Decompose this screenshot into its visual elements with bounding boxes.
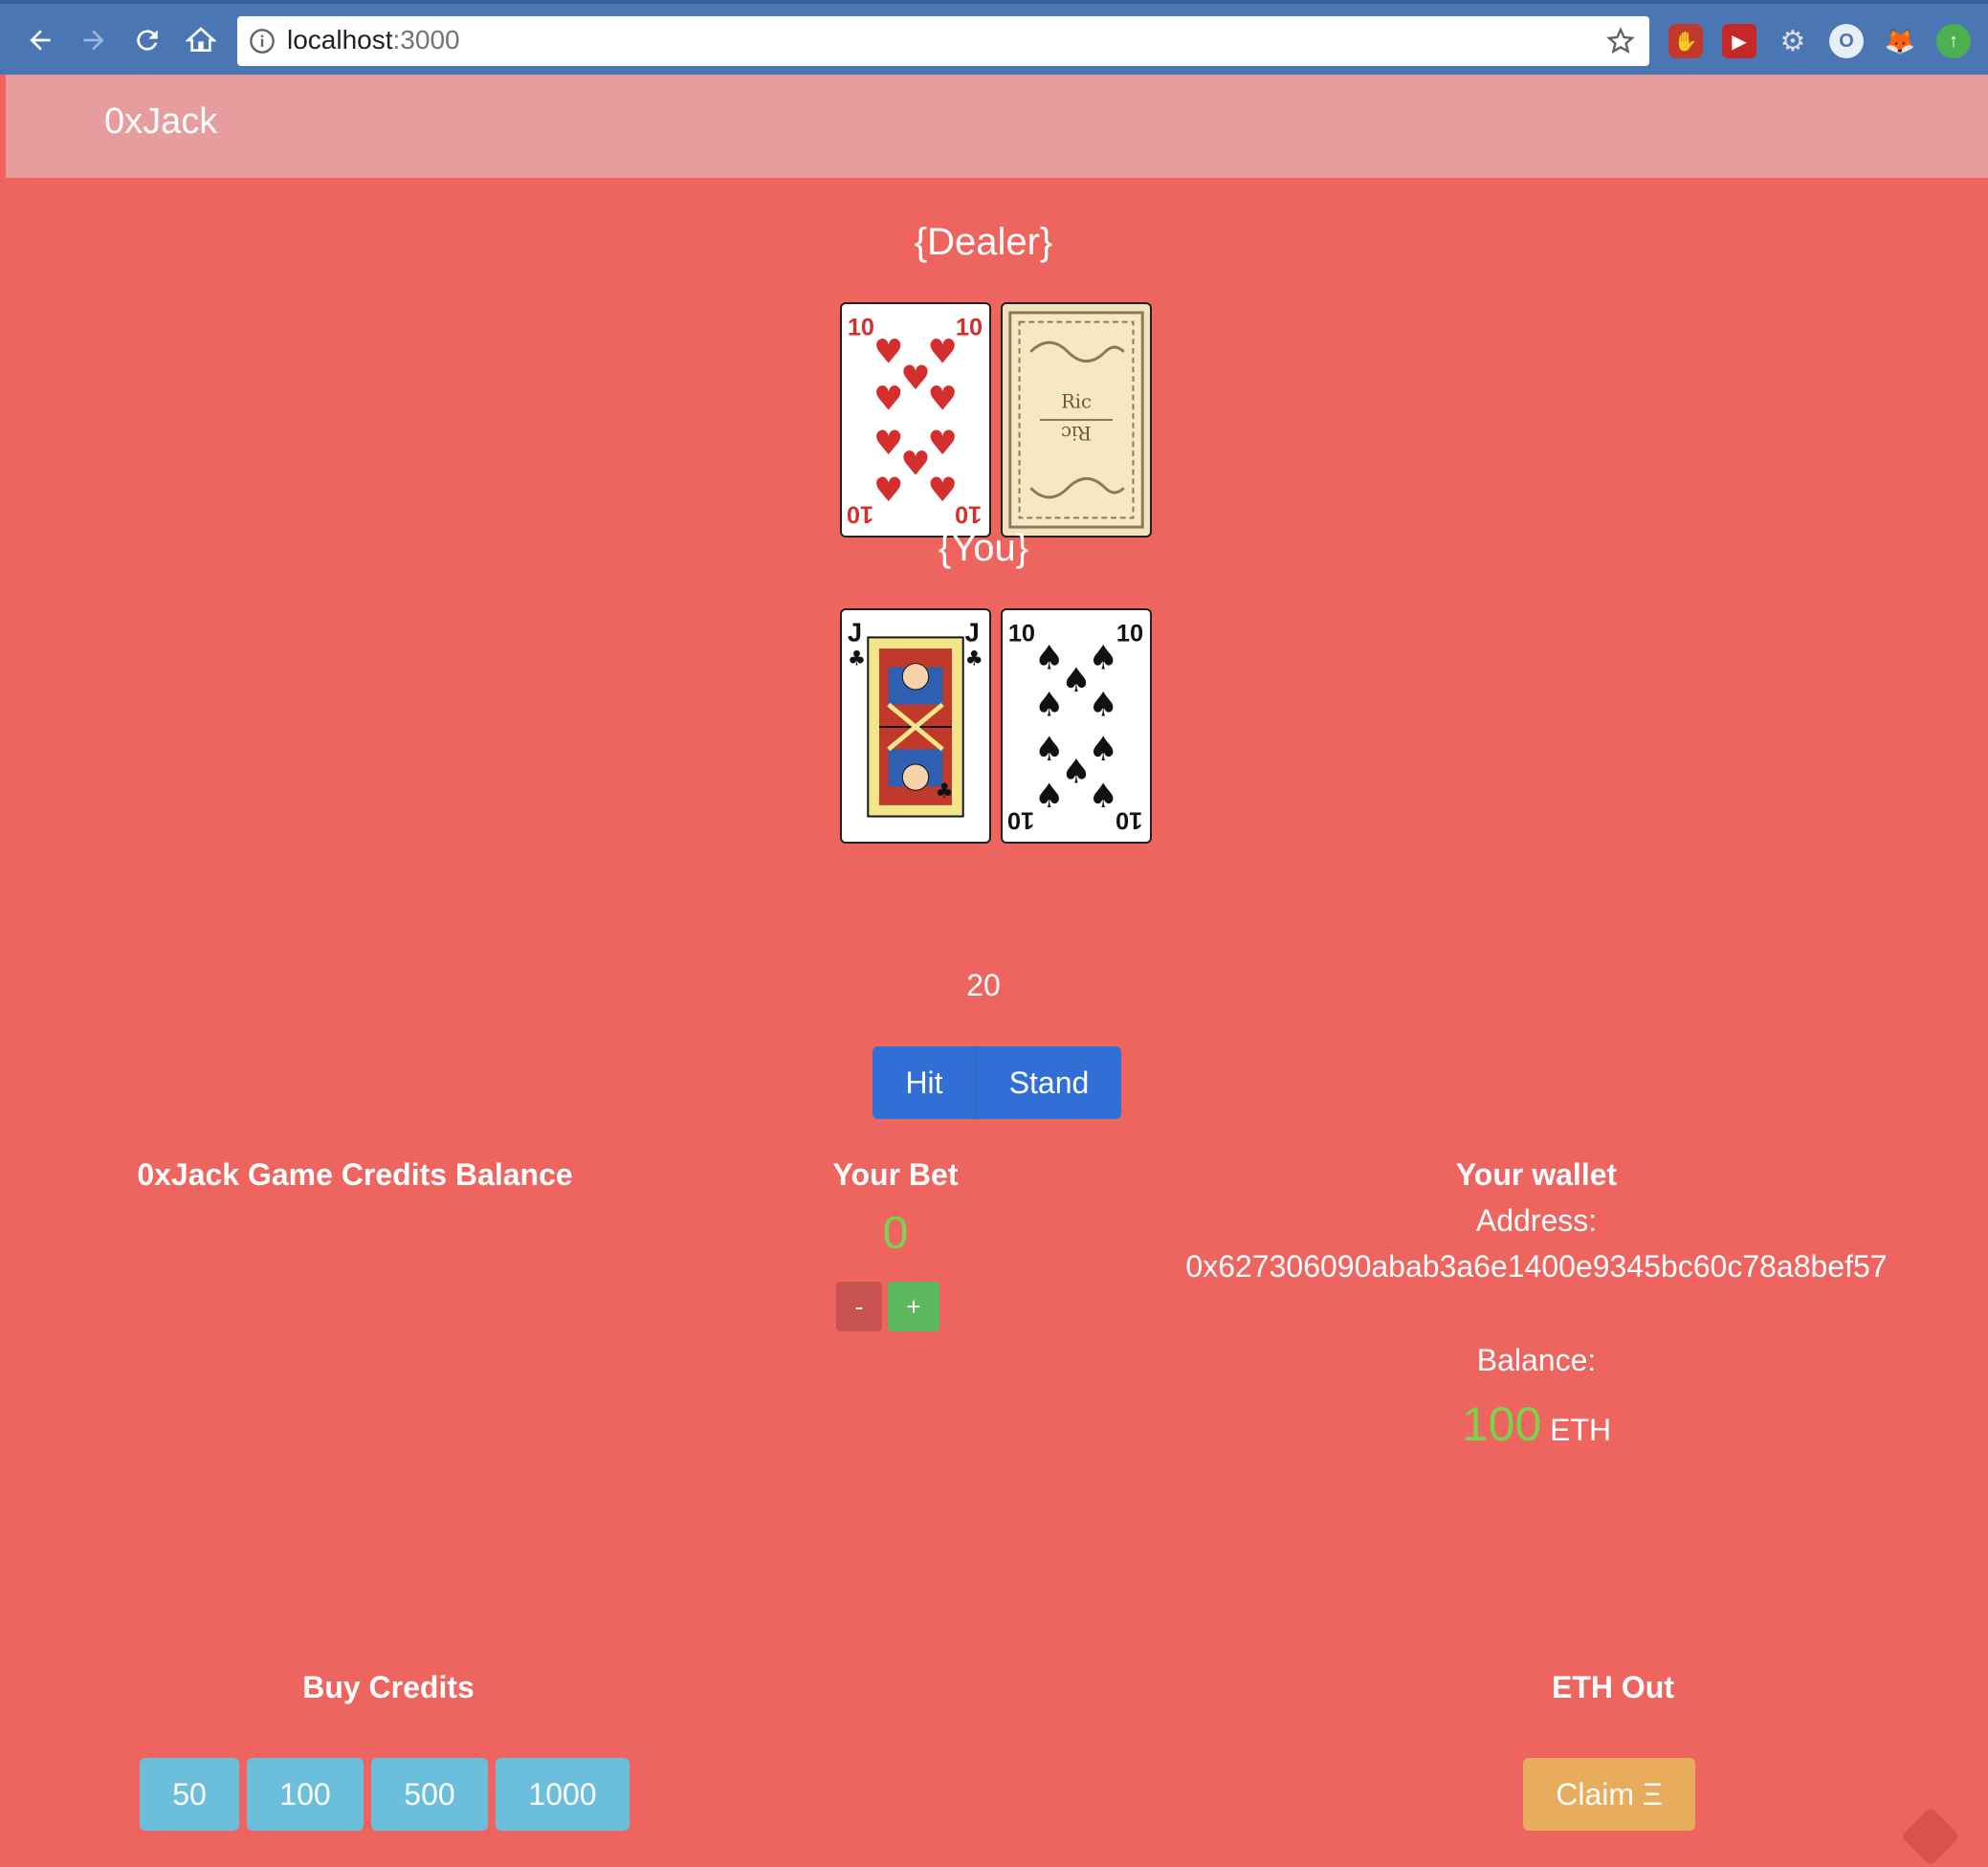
svg-text:♥: ♥	[900, 359, 930, 398]
forward-button[interactable]	[73, 19, 115, 61]
svg-text:♥: ♥	[928, 379, 958, 418]
info-icon[interactable]	[249, 28, 276, 55]
update-arrow-icon[interactable]: ↑	[1936, 24, 1971, 58]
opera-icon[interactable]: O	[1829, 24, 1864, 58]
dealer-title: {Dealer}	[914, 221, 1053, 263]
svg-text:♣: ♣	[848, 648, 866, 671]
reload-icon	[137, 30, 158, 51]
svg-text:Ric: Ric	[1061, 422, 1092, 444]
svg-text:J: J	[848, 617, 862, 647]
gear-icon[interactable]: ⚙	[1776, 24, 1810, 58]
navbar: 0xJack	[6, 75, 1988, 178]
buy-credits-title: Buy Credits	[302, 1670, 475, 1704]
wallet-balance-value: 100	[1461, 1397, 1542, 1451]
buy-1000-credits-button[interactable]: 1000	[496, 1758, 630, 1831]
claim-eth-button[interactable]: Claim Ξ	[1523, 1758, 1695, 1831]
svg-text:10: 10	[955, 501, 982, 528]
metamask-fox-icon[interactable]: 🦊	[1883, 24, 1917, 58]
wallet-balance-label: Balance:	[1476, 1343, 1597, 1377]
svg-text:♠: ♠	[1034, 777, 1064, 816]
back-arrow-icon	[30, 30, 51, 51]
svg-text:♥: ♥	[873, 379, 903, 418]
back-button[interactable]	[19, 19, 61, 61]
buy-500-credits-button[interactable]: 500	[371, 1758, 488, 1831]
page: 0xJack {Dealer} 10 10 10 10 ♥ ♥ ♥ ♥ ♥ ♥ ♥ ♥…	[6, 75, 1988, 1867]
credits-balance-title: 0xJack Game Credits Balance	[137, 1157, 573, 1192]
svg-text:10: 10	[956, 314, 983, 340]
eth-out-title: ETH Out	[1552, 1670, 1674, 1704]
reload-button[interactable]	[126, 19, 168, 61]
svg-text:♠: ♠	[1089, 685, 1118, 724]
card-back-art: Ric Ric	[1008, 311, 1144, 529]
svg-text:♣: ♣	[935, 780, 953, 803]
wallet-balance: 100 ETH	[1249, 1396, 1823, 1452]
svg-text:♥: ♥	[873, 333, 903, 372]
svg-text:♥: ♥	[900, 445, 930, 484]
svg-text:♠: ♠	[1089, 730, 1118, 769]
svg-text:10: 10	[848, 314, 874, 340]
decrease-bet-button[interactable]: -	[836, 1282, 882, 1331]
wallet-balance-unit: ETH	[1550, 1413, 1612, 1447]
svg-text:10: 10	[1008, 620, 1035, 647]
dealer-card-10-hearts: 10 10 10 10 ♥ ♥ ♥ ♥ ♥ ♥ ♥ ♥ ♥ ♥	[840, 302, 991, 538]
bookmark-star-icon[interactable]	[1605, 26, 1636, 56]
svg-text:♥: ♥	[928, 424, 958, 463]
video-speed-icon[interactable]: ▶	[1722, 24, 1756, 58]
svg-text:10: 10	[1007, 807, 1034, 834]
home-icon	[186, 27, 216, 52]
svg-text:10: 10	[1115, 807, 1142, 834]
svg-text:♠: ♠	[1061, 661, 1091, 700]
stand-button[interactable]: Stand	[976, 1046, 1121, 1119]
player-card-jack-clubs: J J ♣ ♣ ♣	[840, 608, 991, 844]
svg-text:Ric: Ric	[1061, 390, 1092, 412]
jack-of-clubs-card-art: J J ♣ ♣ ♣	[848, 617, 983, 818]
address-bar[interactable]: localhost:3000	[237, 16, 1649, 66]
svg-text:♥: ♥	[873, 471, 903, 510]
wallet-address: 0x627306090abab3a6e1400e9345bc60c78a8bef…	[1185, 1249, 1888, 1284]
bet-title: Your Bet	[832, 1157, 959, 1192]
buy-100-credits-button[interactable]: 100	[247, 1758, 364, 1831]
svg-text:♠: ♠	[1089, 639, 1118, 678]
feedback-widget-icon[interactable]	[1900, 1806, 1961, 1867]
svg-text:♠: ♠	[1034, 685, 1064, 724]
svg-text:♥: ♥	[928, 333, 958, 372]
svg-text:♥: ♥	[873, 424, 903, 463]
svg-text:♥: ♥	[928, 471, 958, 510]
url-text: localhost:3000	[287, 25, 460, 55]
home-button[interactable]	[180, 19, 222, 61]
svg-text:♠: ♠	[1034, 730, 1064, 769]
ten-of-hearts-card-art: 10 10 10 10 ♥ ♥ ♥ ♥ ♥ ♥ ♥ ♥ ♥ ♥	[847, 314, 983, 528]
svg-text:J: J	[965, 617, 980, 647]
player-title: {You}	[938, 527, 1029, 569]
ublock-icon[interactable]: ✋	[1668, 24, 1703, 58]
player-card-10-spades: 10 10 10 10 ♠ ♠ ♠ ♠ ♠ ♠ ♠ ♠ ♠ ♠	[1001, 608, 1152, 844]
svg-text:♠: ♠	[1061, 752, 1091, 791]
wallet-title: Your wallet	[1455, 1157, 1618, 1192]
forward-arrow-icon	[83, 30, 104, 51]
wallet-address-label: Address:	[1475, 1203, 1598, 1238]
svg-text:♠: ♠	[1089, 777, 1118, 816]
increase-bet-button[interactable]: +	[888, 1282, 939, 1331]
svg-text:♣: ♣	[965, 648, 983, 671]
brand-logo[interactable]: 0xJack	[104, 101, 217, 143]
player-score: 20	[966, 968, 1001, 1002]
hit-button[interactable]: Hit	[873, 1046, 976, 1119]
browser-toolbar: localhost:3000 ✋ ▶ ⚙ O 🦊 ↑	[0, 0, 1988, 75]
svg-text:10: 10	[847, 501, 873, 528]
bet-value: 0	[882, 1208, 909, 1259]
ten-of-spades-card-art: 10 10 10 10 ♠ ♠ ♠ ♠ ♠ ♠ ♠ ♠ ♠ ♠	[1007, 620, 1143, 834]
buy-50-credits-button[interactable]: 50	[140, 1758, 239, 1831]
svg-text:10: 10	[1116, 620, 1143, 647]
svg-text:♠: ♠	[1034, 639, 1064, 678]
dealer-card-face-down: Ric Ric	[1001, 302, 1152, 538]
